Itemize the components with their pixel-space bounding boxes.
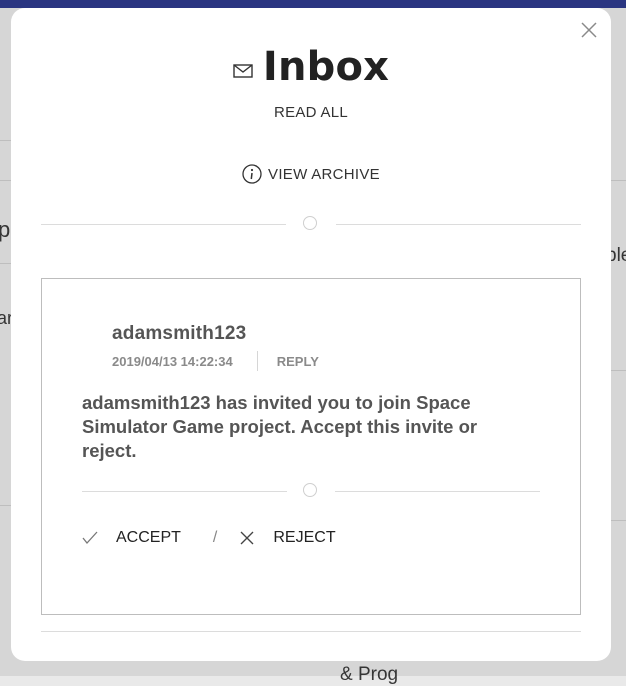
inbox-modal: Inbox READ ALL VIEW ARCHIVE adamsmith123… xyxy=(11,8,611,661)
reject-button[interactable]: REJECT xyxy=(239,529,336,547)
reject-label: REJECT xyxy=(273,529,336,546)
message-card: adamsmith123 2019/04/13 14:22:34 REPLY a… xyxy=(41,278,581,615)
reply-button[interactable]: REPLY xyxy=(277,354,319,369)
checkmark-icon xyxy=(82,531,98,545)
bottom-divider xyxy=(41,631,581,632)
read-all-button[interactable]: READ ALL xyxy=(11,104,611,121)
meta-separator xyxy=(256,351,258,371)
message-sender: adamsmith123 xyxy=(112,323,247,344)
close-button[interactable] xyxy=(579,20,599,40)
message-timestamp: 2019/04/13 14:22:34 xyxy=(112,353,233,369)
modal-header: Inbox xyxy=(11,42,611,92)
close-icon xyxy=(581,22,597,38)
invite-actions: ACCEPT / REJECT xyxy=(82,529,336,547)
view-archive-label: VIEW ARCHIVE xyxy=(268,165,380,183)
accept-label: ACCEPT xyxy=(116,529,181,546)
accept-button[interactable]: ACCEPT xyxy=(82,529,181,547)
view-archive-button[interactable]: VIEW ARCHIVE xyxy=(11,164,611,184)
envelope-icon xyxy=(233,64,253,78)
page-title: Inbox xyxy=(262,44,390,90)
circle-icon xyxy=(303,483,317,497)
close-icon xyxy=(240,531,254,545)
action-separator: / xyxy=(212,529,218,546)
message-meta: 2019/04/13 14:22:34 REPLY xyxy=(112,351,319,371)
message-body: adamsmith123 has invited you to join Spa… xyxy=(82,392,478,461)
info-icon xyxy=(242,164,262,184)
section-divider xyxy=(41,216,581,232)
circle-icon xyxy=(303,216,317,230)
message-divider xyxy=(82,483,540,499)
